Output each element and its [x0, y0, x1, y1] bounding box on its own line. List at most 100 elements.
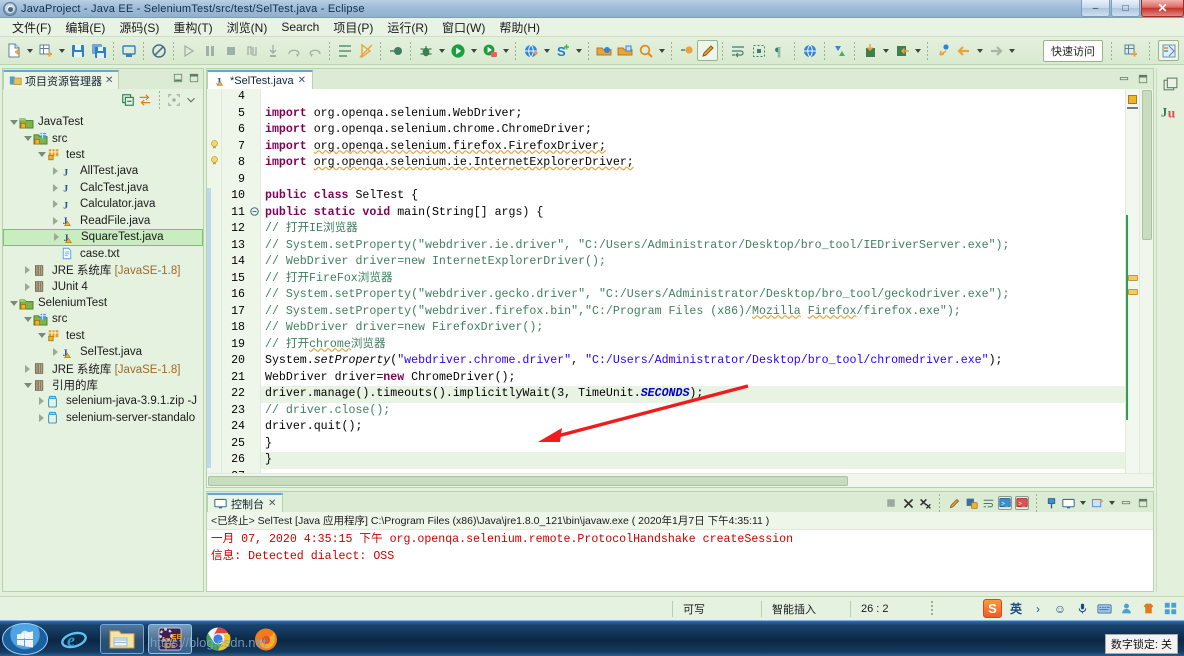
tree-item-selected[interactable]: J SquareTest.java — [3, 228, 203, 246]
code-line[interactable]: } — [261, 452, 1125, 469]
maximize-icon[interactable] — [1136, 72, 1150, 86]
external-tools-dropdown[interactable] — [500, 40, 511, 61]
tree-twisty-collapsed-icon[interactable] — [50, 215, 61, 226]
editor-vertical-scrollbar[interactable] — [1139, 89, 1153, 473]
display-error-console-icon[interactable]: >_ — [1015, 496, 1029, 510]
save-all-icon[interactable] — [88, 40, 109, 61]
import-icon[interactable] — [891, 40, 912, 61]
tree-twisty-collapsed-icon[interactable] — [50, 182, 61, 193]
code-line[interactable]: public static void main(String[] args) { — [261, 205, 1125, 222]
menu-file[interactable]: 文件(F) — [5, 17, 58, 38]
web-browser-icon[interactable] — [520, 40, 541, 61]
tree-item[interactable]: src — [3, 311, 203, 327]
new-selenium-icon[interactable]: S — [552, 40, 573, 61]
tree-item[interactable]: J ReadFile.java — [3, 212, 203, 228]
start-button[interactable] — [2, 622, 48, 655]
open-perspective-icon[interactable] — [1120, 40, 1141, 61]
close-button[interactable]: ✕ — [1141, 0, 1184, 17]
toggle-word-wrap-icon[interactable] — [727, 40, 748, 61]
toolbox-icon[interactable] — [1162, 601, 1178, 617]
code-line[interactable]: public class SelTest { — [261, 188, 1125, 205]
last-edit-location-icon[interactable] — [676, 40, 697, 61]
new-wizard-dropdown[interactable] — [56, 40, 67, 61]
focus-icon[interactable] — [167, 93, 181, 107]
menu-window[interactable]: 窗口(W) — [435, 17, 492, 38]
back-dropdown[interactable] — [974, 40, 985, 61]
tree-item[interactable]: selenium-server-standalo — [3, 410, 203, 426]
menu-help[interactable]: 帮助(H) — [492, 17, 547, 38]
new-file-icon[interactable] — [3, 40, 24, 61]
quick-access-input[interactable]: 快速访问 — [1043, 39, 1103, 62]
tree-item[interactable]: src — [3, 130, 203, 146]
menu-project[interactable]: 项目(P) — [326, 17, 380, 38]
debug-bug-icon[interactable] — [415, 40, 436, 61]
remove-launch-icon[interactable] — [901, 496, 915, 510]
taskbar-explorer[interactable] — [100, 623, 144, 654]
new-selenium-dropdown[interactable] — [573, 40, 584, 61]
scroll-lock-icon[interactable] — [964, 496, 978, 510]
tree-item[interactable]: 引用的库 — [3, 377, 203, 393]
word-wrap-icon[interactable] — [981, 496, 995, 510]
tree-twisty-collapsed-icon[interactable] — [50, 347, 61, 358]
taskbar-ie[interactable]: e — [52, 624, 96, 654]
new-file-dropdown[interactable] — [24, 40, 35, 61]
code-line[interactable] — [261, 89, 1125, 106]
code-line[interactable]: // System.setProperty("webdriver.firefox… — [261, 304, 1125, 321]
tree-twisty-collapsed-icon[interactable] — [51, 232, 62, 243]
export-dropdown[interactable] — [880, 40, 891, 61]
edit-pencil-icon[interactable] — [697, 40, 718, 61]
horizontal-scroll-thumb[interactable] — [208, 476, 848, 486]
tree-item[interactable]: J AllTest.java — [3, 163, 203, 179]
code-line[interactable]: driver.manage().timeouts().implicitlyWai… — [261, 386, 1125, 403]
tree-item[interactable]: J CalcTest.java — [3, 180, 203, 196]
code-line[interactable]: // 打开chrome浏览器 — [261, 337, 1125, 354]
tree-twisty-collapsed-icon[interactable] — [50, 199, 61, 210]
view-menu-icon[interactable] — [184, 93, 198, 107]
junit-view-icon[interactable]: Ju — [1157, 100, 1183, 124]
code-line[interactable]: import org.openqa.selenium.WebDriver; — [261, 106, 1125, 123]
show-whitespace-icon[interactable] — [748, 40, 769, 61]
link-with-editor-icon[interactable] — [138, 93, 152, 107]
no-entry-icon[interactable] — [148, 40, 169, 61]
coverage-icon[interactable] — [385, 40, 406, 61]
tree-item[interactable]: SeleniumTest — [3, 295, 203, 311]
debug-dropdown[interactable] — [436, 40, 447, 61]
web-browser-dropdown[interactable] — [541, 40, 552, 61]
code-line[interactable]: System.setProperty("webdriver.chrome.dri… — [261, 353, 1125, 370]
forward-dropdown[interactable] — [1006, 40, 1017, 61]
code-line[interactable]: // System.setProperty("webdriver.gecko.d… — [261, 287, 1125, 304]
maximize-button[interactable]: □ — [1111, 0, 1140, 17]
code-line[interactable]: import org.openqa.selenium.chrome.Chrome… — [261, 122, 1125, 139]
tree-item[interactable]: JRE 系统库 [JavaSE-1.8] — [3, 360, 203, 376]
run-dropdown[interactable] — [468, 40, 479, 61]
menu-edit[interactable]: 编辑(E) — [58, 17, 112, 38]
tree-twisty-collapsed-icon[interactable] — [50, 166, 61, 177]
globe-icon[interactable] — [799, 40, 820, 61]
pin-console-icon[interactable] — [1044, 496, 1058, 510]
code-line[interactable]: // 打开IE浏览器 — [261, 221, 1125, 238]
pilcrow-icon[interactable]: ¶ — [769, 40, 790, 61]
tree-twisty-collapsed-icon[interactable] — [36, 412, 47, 423]
export-icon[interactable] — [859, 40, 880, 61]
tab-console[interactable]: 控制台 ✕ — [207, 493, 284, 512]
code-line[interactable] — [261, 172, 1125, 189]
user-icon[interactable] — [1118, 601, 1134, 617]
open-type-icon[interactable] — [593, 40, 614, 61]
code-line[interactable]: // WebDriver driver=new FirefoxDriver(); — [261, 320, 1125, 337]
code-line[interactable]: // System.setProperty("webdriver.ie.driv… — [261, 238, 1125, 255]
folding-ruler[interactable] — [248, 89, 261, 473]
maximize-icon[interactable] — [187, 71, 201, 85]
overview-ruler[interactable] — [1125, 89, 1139, 473]
project-tree[interactable]: JavaTest src test J AllTest.java J CalcTest.ja… — [3, 111, 203, 591]
back-icon[interactable] — [953, 40, 974, 61]
half-width-icon[interactable]: › — [1030, 601, 1046, 617]
open-resource-icon[interactable] — [614, 40, 635, 61]
menu-run[interactable]: 运行(R) — [380, 17, 435, 38]
menu-source[interactable]: 源码(S) — [112, 17, 166, 38]
fold-collapse-icon[interactable] — [248, 205, 260, 222]
close-icon[interactable]: ✕ — [298, 75, 306, 86]
toggle-breakpoint-icon[interactable] — [334, 40, 355, 61]
remove-all-launches-icon[interactable] — [918, 496, 932, 510]
code-line[interactable]: } — [261, 436, 1125, 453]
new-console-view-icon[interactable] — [1061, 496, 1075, 510]
